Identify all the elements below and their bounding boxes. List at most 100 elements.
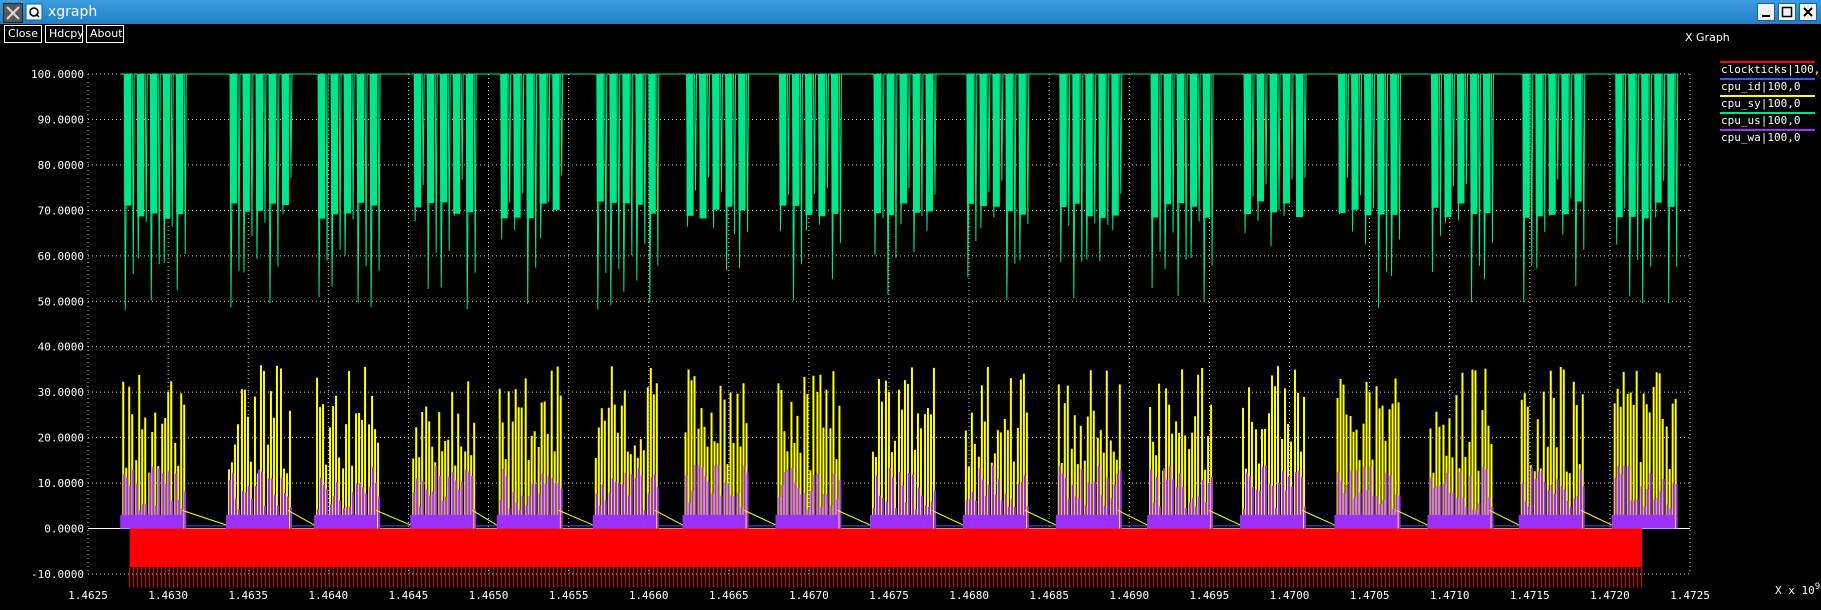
series-cpu-us-bar	[1628, 74, 1636, 217]
series-cpu-sy-connector	[1024, 509, 1057, 526]
series-cpu-sy-connector	[1489, 509, 1519, 526]
legend-label: cpu_sy|100,0	[1721, 97, 1800, 110]
legend-label: cpu_id|100,0	[1721, 80, 1800, 93]
series-cpu-us-bar	[150, 74, 158, 214]
series-cpu-wa-base	[962, 514, 1025, 529]
series-cpu-wa-base	[775, 514, 838, 529]
hdcpy-button[interactable]: Hdcpy	[45, 25, 84, 43]
title-bar: xgraph	[0, 0, 1821, 24]
x-tick-label: 1.4675	[869, 589, 909, 602]
series-cpu-wa-base	[314, 514, 377, 529]
legend-label: cpu_wa|100,0	[1721, 131, 1800, 144]
series-cpu-sy-connector	[1117, 509, 1148, 526]
x-tick-label: 1.4660	[629, 589, 669, 602]
series-cpu-wa-base	[496, 514, 559, 529]
series-cpu-wa-base	[1055, 514, 1118, 529]
series-cpu-us-bar	[357, 74, 365, 203]
series-cpu-wa-base	[682, 514, 745, 529]
series-clockticks-band	[129, 528, 1642, 568]
x-tick-label: 1.4670	[789, 589, 829, 602]
series-cpu-us-bar	[229, 74, 237, 204]
y-tick-label: 80.0000	[38, 159, 84, 172]
series-cpu-us-bar	[526, 74, 534, 219]
y-tick-label: 50.0000	[38, 295, 84, 308]
x-tick-label: 1.4640	[308, 589, 348, 602]
series-cpu-sy-connector	[744, 509, 776, 526]
series-cpu-sy-connector	[1580, 509, 1612, 526]
x-tick-label: 1.4650	[469, 589, 509, 602]
close-button[interactable]: Close	[4, 25, 42, 43]
x-tick-label: 1.4680	[949, 589, 989, 602]
series-cpu-us-bar	[886, 74, 894, 216]
series-cpu-us-bar	[466, 74, 474, 213]
x-tick-label: 1.4700	[1270, 589, 1310, 602]
series-cpu-sy-connector	[837, 509, 871, 526]
y-tick-label: 100.0000	[31, 68, 84, 81]
series-cpu-sy-connector	[558, 509, 594, 526]
x-tick-label: 1.4725	[1670, 589, 1710, 602]
series-cpu-wa-base	[869, 514, 932, 529]
close-icon	[1803, 7, 1813, 17]
series-cpu-sy-connector	[375, 509, 411, 526]
series-cpu-wa-base	[410, 514, 473, 529]
y-tick-label: -10.0000	[31, 568, 84, 581]
series-cpu-us-bar	[622, 74, 630, 204]
about-button[interactable]: About	[86, 25, 124, 43]
series-cpu-wa-base	[1147, 514, 1210, 529]
x-tick-label: 1.4625	[68, 589, 108, 602]
y-tick-label: 70.0000	[38, 204, 84, 217]
series-cpu-wa-base	[1334, 514, 1397, 529]
series-cpu-us-bar	[1522, 74, 1530, 218]
legend-label: cpu_us|100,0	[1721, 114, 1800, 127]
series-cpu-us-bar	[1177, 74, 1185, 204]
minimize-button[interactable]	[1757, 3, 1775, 21]
series-clockticks-ticks	[129, 567, 1643, 588]
series-cpu-us-bar	[1005, 74, 1013, 212]
x-tick-label: 1.4690	[1109, 589, 1149, 602]
xgraph-app-icon	[3, 3, 23, 23]
y-tick-label: 60.0000	[38, 250, 84, 263]
x-tick-label: 1.4635	[228, 589, 268, 602]
series-cpu-us-bar	[1470, 74, 1478, 215]
series-cpu-sy-connector	[654, 509, 683, 526]
y-tick-label: 10.0000	[38, 477, 84, 490]
maximize-icon	[1781, 6, 1793, 18]
series-cpu-wa-base	[1240, 514, 1303, 529]
window-title: xgraph	[48, 4, 98, 20]
series-cpu-us-bar	[1574, 74, 1582, 202]
series-cpu-sy-connector	[1301, 509, 1335, 526]
window-menu-icon[interactable]	[25, 3, 43, 21]
series-cpu-sy-connector	[1208, 509, 1241, 526]
series-cpu-wa-base	[1611, 514, 1674, 529]
x-tick-label: 1.4630	[148, 589, 188, 602]
graph-window: 1.4625 1.4630 1.4635 1.4640 1.4645 1.4650 1.46…	[0, 24, 1821, 610]
series-cpu-us-bar	[1377, 74, 1385, 215]
x-tick-label: 1.4685	[1029, 589, 1069, 602]
minimize-icon	[1762, 15, 1770, 17]
series-cpu-sy-connector	[182, 509, 227, 526]
series-cpu-us-bar	[268, 74, 276, 204]
legend-label: clockticks|100,0	[1721, 63, 1821, 76]
y-tick-label: 90.0000	[38, 113, 84, 126]
series-cpu-us-bar	[370, 74, 378, 206]
series-cpu-us-bar	[596, 74, 604, 202]
x-tick-label: 1.4645	[389, 589, 429, 602]
y-tick-label: 0.0000	[44, 523, 84, 536]
x-tick-label: 1.4710	[1430, 589, 1470, 602]
series-cpu-sy-connector	[1396, 509, 1428, 526]
x-tick-label: 1.4655	[549, 589, 589, 602]
series-cpu-wa-base	[592, 514, 655, 529]
series-cpu-us-bar	[1203, 74, 1211, 218]
x-tick-label: 1.4695	[1190, 589, 1230, 602]
series-cpu-us-bar	[440, 74, 448, 203]
series-cpu-us-bar	[427, 74, 435, 204]
x-unit-label: X x 109	[1775, 582, 1820, 597]
series-cpu-us-bar	[1641, 74, 1649, 219]
series-cpu-wa-base	[1427, 514, 1490, 529]
series-cpu-wa-base	[225, 514, 288, 529]
series-cpu-us-bar	[635, 74, 643, 205]
x-tick-label: 1.4705	[1350, 589, 1390, 602]
maximize-button[interactable]	[1778, 3, 1796, 21]
close-window-button[interactable]	[1799, 3, 1817, 21]
series-cpu-sy-connector	[931, 509, 964, 526]
